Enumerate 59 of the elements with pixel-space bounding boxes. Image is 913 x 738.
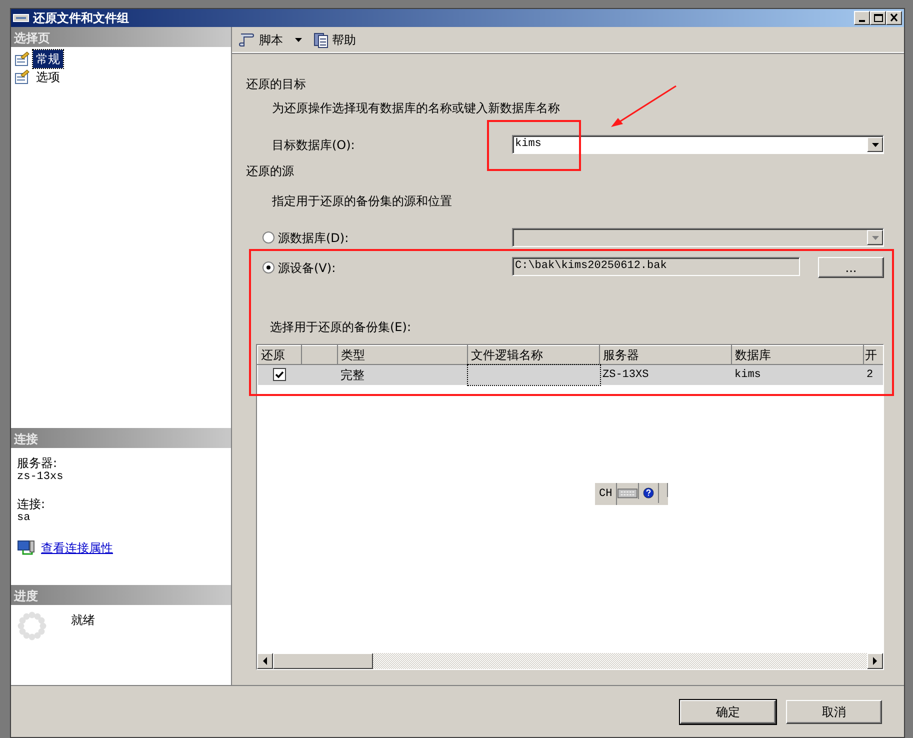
dialog-button[interactable]: 取消 xyxy=(786,700,882,724)
section-header: 连接 xyxy=(11,428,231,448)
connection-properties-link[interactable]: 查看连接属性 xyxy=(41,539,113,557)
field-label: 选择用于还原的备份集(E): xyxy=(269,319,412,336)
sidebar-item[interactable]: 选项 xyxy=(33,68,63,86)
toolbar-button[interactable]: 脚本 xyxy=(236,30,305,50)
section-heading: 还原的源 xyxy=(246,163,295,180)
column-header[interactable]: 还原 xyxy=(258,346,302,364)
page-icon xyxy=(14,69,30,85)
column-header[interactable]: 开 xyxy=(864,346,883,364)
dialog-button[interactable]: 确定 xyxy=(680,700,776,724)
option-label: 源数据库(D): xyxy=(278,230,349,246)
column-header[interactable]: 服务器 xyxy=(600,346,732,364)
option-label: 源设备(V): xyxy=(278,260,336,276)
page-icon xyxy=(14,51,30,67)
browse-button[interactable]: ... xyxy=(818,257,884,278)
document-icon xyxy=(313,32,329,48)
column-header[interactable]: 类型 xyxy=(338,346,468,364)
radio-button[interactable] xyxy=(262,261,275,274)
field-label: 连接: xyxy=(17,496,46,513)
toolbar-button[interactable]: 帮助 xyxy=(311,30,358,50)
status-text: 就绪 xyxy=(71,612,95,629)
column-header[interactable]: 文件逻辑名称 xyxy=(468,346,600,364)
caret-icon xyxy=(294,36,303,44)
caret-icon xyxy=(870,140,880,148)
table-cell: 完整 xyxy=(338,364,468,384)
section-header: 进度 xyxy=(11,585,231,605)
right-arrow-icon xyxy=(872,657,878,665)
close-icon xyxy=(889,13,899,23)
table-cell: kims xyxy=(732,364,864,384)
section-header: 选择页 xyxy=(11,27,231,47)
column-header[interactable]: 数据库 xyxy=(732,346,864,364)
table-cell: ZS-13XS xyxy=(600,364,732,384)
field-value: sa xyxy=(17,513,32,524)
minimize-button[interactable] xyxy=(854,11,870,25)
window-title: 还原文件和文件组 xyxy=(33,10,129,27)
file-path-field[interactable]: C:\bak\kims20250612.bak xyxy=(512,257,800,276)
hint-text: 指定用于还原的备份集的源和位置 xyxy=(271,193,453,210)
section-heading: 还原的目标 xyxy=(246,76,307,93)
field-label: 目标数据库(O): xyxy=(272,138,355,152)
minimize-icon xyxy=(859,20,865,22)
maximize-button[interactable] xyxy=(870,11,886,25)
field-label: 服务器: xyxy=(17,455,58,472)
field-value: zs-13xs xyxy=(17,472,64,483)
close-button[interactable] xyxy=(886,11,902,25)
left-arrow-icon xyxy=(262,657,268,665)
horizontal-scrollbar[interactable] xyxy=(257,653,883,669)
dropdown-field[interactable]: kims xyxy=(512,135,884,154)
checkbox[interactable] xyxy=(273,368,286,381)
hint-text: 为还原操作选择现有数据库的名称或键入新数据库名称 xyxy=(271,100,561,117)
table-cell: 2 xyxy=(864,364,883,384)
maximize-icon xyxy=(873,13,883,23)
caret-icon xyxy=(870,234,880,242)
window-icon xyxy=(13,13,29,23)
scroll-icon xyxy=(238,32,256,48)
spinner-icon xyxy=(17,611,47,641)
annotation-arrow xyxy=(608,84,678,129)
computer-icon xyxy=(17,540,35,556)
sidebar-item[interactable]: 常规 xyxy=(33,50,63,68)
